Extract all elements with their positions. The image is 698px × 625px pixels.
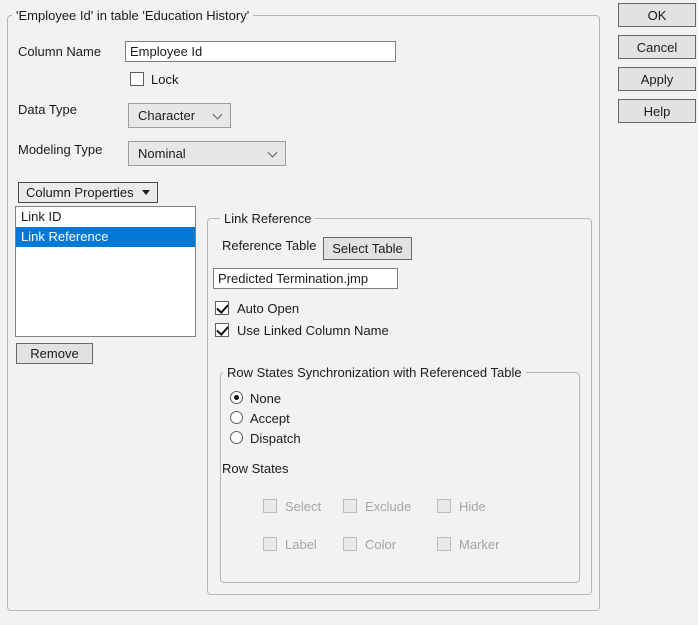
column-name-input[interactable] xyxy=(125,41,396,62)
data-type-label: Data Type xyxy=(18,102,77,117)
label-checkbox-label: Label xyxy=(285,537,317,552)
marker-checkbox-label: Marker xyxy=(459,537,499,552)
exclude-checkbox-label: Exclude xyxy=(365,499,411,514)
apply-button[interactable]: Apply xyxy=(618,67,696,91)
use-linked-column-name-label: Use Linked Column Name xyxy=(237,323,389,338)
data-type-value: Character xyxy=(138,108,195,123)
lock-label: Lock xyxy=(151,72,178,87)
link-reference-title: Link Reference xyxy=(220,211,315,226)
cancel-button[interactable]: Cancel xyxy=(618,35,696,59)
column-properties-label: Column Properties xyxy=(26,185,134,200)
hide-checkbox-label: Hide xyxy=(459,499,486,514)
chevron-down-icon xyxy=(268,147,278,157)
remove-button[interactable]: Remove xyxy=(16,343,93,364)
use-linked-column-name-checkbox[interactable] xyxy=(215,323,229,337)
modeling-type-value: Nominal xyxy=(138,146,186,161)
radio-accept[interactable] xyxy=(230,411,243,424)
auto-open-checkbox[interactable] xyxy=(215,301,229,315)
color-checkbox xyxy=(343,537,357,551)
label-checkbox xyxy=(263,537,277,551)
column-properties-listbox: Link ID Link Reference xyxy=(15,206,196,337)
ok-button[interactable]: OK xyxy=(618,3,696,27)
marker-checkbox xyxy=(437,537,451,551)
color-checkbox-label: Color xyxy=(365,537,396,552)
chevron-down-icon xyxy=(213,109,223,119)
row-states-label: Row States xyxy=(222,461,288,476)
radio-none[interactable] xyxy=(230,391,243,404)
modeling-type-label: Modeling Type xyxy=(18,142,102,157)
column-properties-button[interactable]: Column Properties xyxy=(18,182,158,203)
reference-table-input[interactable] xyxy=(213,268,398,289)
list-item-link-reference[interactable]: Link Reference xyxy=(16,227,195,247)
select-checkbox xyxy=(263,499,277,513)
groupbox-title: 'Employee Id' in table 'Education Histor… xyxy=(12,8,253,23)
select-checkbox-label: Select xyxy=(285,499,321,514)
radio-accept-label: Accept xyxy=(250,411,290,426)
dropdown-triangle-icon xyxy=(142,190,150,195)
data-type-select[interactable]: Character xyxy=(128,103,231,128)
list-item-link-id[interactable]: Link ID xyxy=(16,207,195,227)
radio-dispatch[interactable] xyxy=(230,431,243,444)
radio-none-label: None xyxy=(250,391,281,406)
reference-table-label: Reference Table xyxy=(222,238,316,253)
exclude-checkbox xyxy=(343,499,357,513)
modeling-type-select[interactable]: Nominal xyxy=(128,141,286,166)
column-info-dialog: 'Employee Id' in table 'Education Histor… xyxy=(0,0,698,625)
hide-checkbox xyxy=(437,499,451,513)
select-table-button[interactable]: Select Table xyxy=(323,237,412,260)
radio-dispatch-label: Dispatch xyxy=(250,431,301,446)
auto-open-label: Auto Open xyxy=(237,301,299,316)
column-name-label: Column Name xyxy=(18,44,101,59)
help-button[interactable]: Help xyxy=(618,99,696,123)
lock-checkbox[interactable] xyxy=(130,72,144,86)
row-states-sync-title: Row States Synchronization with Referenc… xyxy=(223,365,526,380)
